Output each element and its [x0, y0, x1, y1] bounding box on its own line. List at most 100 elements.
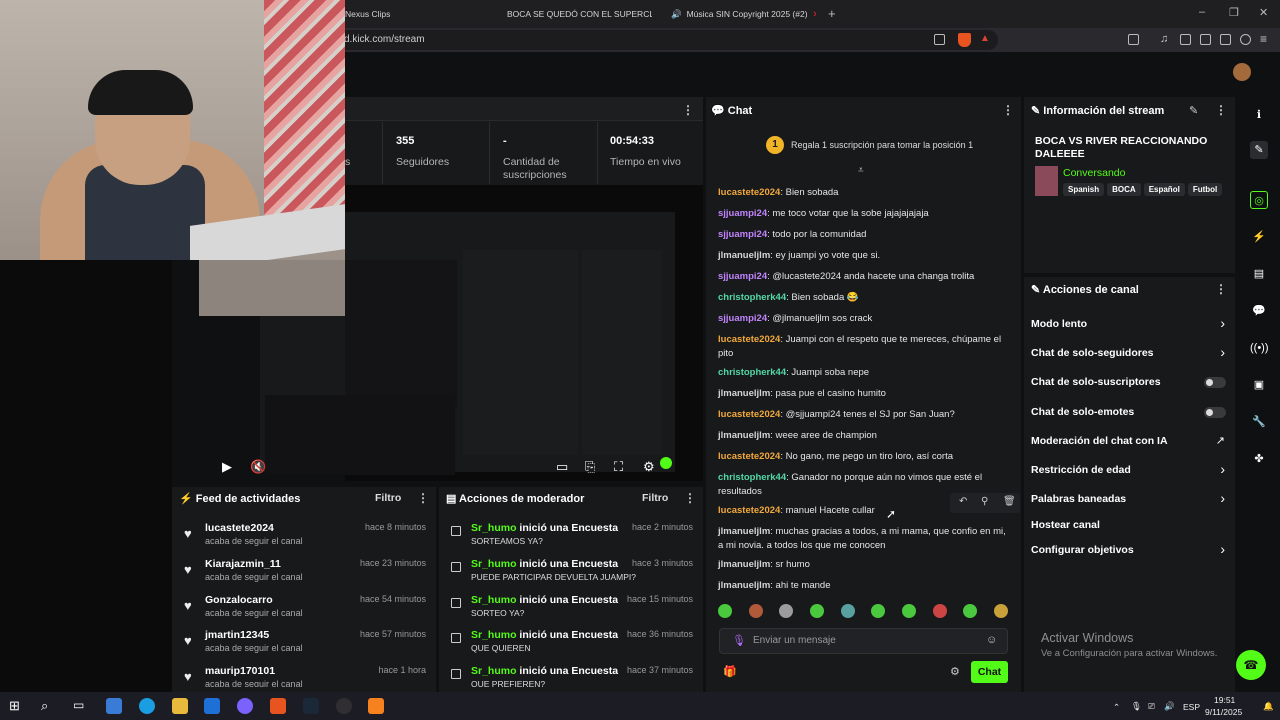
- actions-menu-icon[interactable]: ⋮: [1215, 282, 1227, 296]
- category-thumbnail[interactable]: [1035, 166, 1058, 196]
- chat-message[interactable]: jlmanueljlm: ahi te mande: [718, 579, 1008, 593]
- category-name[interactable]: Conversando: [1063, 167, 1125, 179]
- toggle-switch[interactable]: [1204, 377, 1226, 388]
- emote-icon[interactable]: [748, 604, 763, 618]
- info-icon[interactable]: ℹ: [1250, 106, 1268, 124]
- chat-username[interactable]: sjjuampi24: [718, 313, 767, 324]
- emote-icon[interactable]: [901, 604, 916, 618]
- chat-message[interactable]: christopherk44: Juampi soba nepe: [718, 366, 1008, 380]
- tab-musica[interactable]: 🔊 Música SIN Copyright 2025 (#2) ✕: [666, 4, 816, 24]
- emote-icon[interactable]: [779, 604, 794, 618]
- emote-icon[interactable]: [993, 604, 1008, 618]
- channel-action-item[interactable]: Restricción de edad ›: [1024, 461, 1235, 482]
- tray-chevron-icon[interactable]: ⌃: [1113, 702, 1120, 713]
- task-view-icon[interactable]: ▭: [73, 698, 89, 714]
- info-menu-icon[interactable]: ⋮: [1215, 103, 1227, 117]
- chat-message-list[interactable]: lucastete2024: Bien sobada sjjuampi24: me…: [706, 186, 1021, 598]
- pin-icon[interactable]: ⚲: [981, 496, 988, 507]
- chat-username[interactable]: lucastete2024: [718, 505, 780, 516]
- chat-message[interactable]: jlmanueljlm: weee aree de champion: [718, 429, 1008, 443]
- apps-icon[interactable]: ✤: [1250, 450, 1268, 468]
- chat-username[interactable]: jlmanueljlm: [718, 430, 770, 441]
- mod-menu-icon[interactable]: ⋮: [684, 491, 696, 505]
- feed-username[interactable]: Gonzalocarro: [205, 594, 273, 606]
- chat-message[interactable]: lucastete2024: No gano, me pego un tiro …: [718, 450, 1008, 464]
- channel-action-item[interactable]: Chat de solo-suscriptores: [1024, 376, 1235, 394]
- volume-icon[interactable]: 🔊: [1164, 701, 1175, 712]
- mute-icon[interactable]: 🔇: [250, 459, 266, 475]
- brave-shield-icon[interactable]: [958, 33, 971, 47]
- brave-icon[interactable]: [270, 698, 286, 714]
- mic-tray-icon[interactable]: 🎙: [1131, 701, 1142, 712]
- app-icon[interactable]: [368, 698, 384, 714]
- clock-date[interactable]: 9/11/2025: [1205, 707, 1242, 717]
- chat-message[interactable]: christopherk44: Bien sobada 😂: [718, 291, 1008, 305]
- extensions-icon[interactable]: [1220, 34, 1231, 45]
- mod-username[interactable]: Sr_humo: [471, 594, 517, 606]
- emote-icon[interactable]: [963, 604, 978, 618]
- target-icon[interactable]: ◎: [1250, 191, 1268, 209]
- channel-action-item[interactable]: Configurar objetivos ›: [1024, 541, 1235, 562]
- chat-username[interactable]: christopherk44: [718, 292, 786, 303]
- music-icon[interactable]: ♫: [1160, 33, 1168, 45]
- save-icon[interactable]: ▣: [1250, 376, 1268, 394]
- wallet-icon[interactable]: [1200, 34, 1211, 45]
- chat-message[interactable]: lucastete2024: Juampi con el respeto que…: [718, 333, 1008, 361]
- mod-filter-button[interactable]: Filtro: [642, 492, 668, 504]
- chat-username[interactable]: jlmanueljlm: [718, 559, 770, 570]
- tag[interactable]: Futbol: [1187, 183, 1223, 196]
- chat-username[interactable]: lucastete2024: [718, 409, 780, 420]
- settings-icon[interactable]: ⚙: [643, 459, 655, 475]
- store-icon[interactable]: [204, 698, 220, 714]
- channel-action-item[interactable]: Modo lento ›: [1024, 315, 1235, 336]
- notifications-icon[interactable]: 🔔: [1263, 701, 1274, 712]
- emote-icon[interactable]: [932, 604, 947, 618]
- tag[interactable]: Spanish: [1063, 183, 1105, 196]
- chat-message[interactable]: sjjuampi24: @jlmanueljlm sos crack: [718, 312, 1008, 326]
- clip-icon[interactable]: ⎘: [585, 459, 595, 475]
- pen-icon[interactable]: ✎: [1250, 141, 1268, 159]
- copilot-icon[interactable]: [106, 698, 122, 714]
- emote-icon[interactable]: [718, 604, 732, 618]
- feed-username[interactable]: maurip170101: [205, 665, 275, 677]
- channel-action-item[interactable]: Moderación del chat con IA ↗: [1024, 435, 1235, 453]
- tab-nexus-clips[interactable]: Nexus Clips: [345, 4, 485, 24]
- channel-action-item[interactable]: Chat de solo-seguidores ›: [1024, 344, 1235, 365]
- sidebar-icon[interactable]: [1180, 34, 1191, 45]
- play-icon[interactable]: ▶: [222, 459, 232, 475]
- mod-username[interactable]: Sr_humo: [471, 629, 517, 641]
- send-chat-button[interactable]: Chat: [971, 661, 1008, 683]
- close-window-button[interactable]: ✕: [1259, 6, 1268, 19]
- reply-icon[interactable]: ↶: [959, 496, 967, 507]
- chat-username[interactable]: christopherk44: [718, 367, 786, 378]
- chat-username[interactable]: jlmanueljlm: [718, 250, 770, 261]
- tag[interactable]: Español: [1143, 183, 1185, 196]
- chat-username[interactable]: lucastete2024: [718, 334, 780, 345]
- chat-menu-icon[interactable]: ⋮: [1002, 103, 1014, 117]
- wrench-icon[interactable]: 🔧: [1250, 413, 1268, 431]
- document-icon[interactable]: ▤: [1250, 265, 1268, 283]
- network-icon[interactable]: ⎚: [1148, 701, 1155, 712]
- feed-username[interactable]: lucastete2024: [205, 522, 274, 534]
- chat-message[interactable]: jlmanueljlm: muchas gracias a todos, a m…: [718, 525, 1008, 553]
- rewards-icon[interactable]: ▲: [980, 33, 990, 44]
- discord-icon[interactable]: [237, 698, 253, 714]
- clock-time[interactable]: 19:51: [1214, 695, 1235, 705]
- chat-username[interactable]: jlmanueljlm: [718, 526, 770, 537]
- search-icon[interactable]: ⌕: [41, 698, 57, 714]
- chat-username[interactable]: sjjuampi24: [718, 271, 767, 282]
- edge-icon[interactable]: [139, 698, 155, 714]
- reader-icon[interactable]: [1128, 34, 1139, 45]
- mic-icon[interactable]: 🎙: [732, 634, 746, 647]
- channel-action-item[interactable]: Palabras baneadas ›: [1024, 490, 1235, 511]
- support-chat-icon[interactable]: ☎: [1236, 650, 1266, 680]
- minimize-button[interactable]: –: [1199, 6, 1205, 18]
- chat-message[interactable]: jlmanueljlm: pasa pue el casino humito: [718, 387, 1008, 401]
- chat-message[interactable]: jlmanueljlm: sr humo: [718, 558, 1008, 572]
- folder-icon[interactable]: [172, 698, 188, 714]
- menu-icon[interactable]: ≡: [1260, 32, 1267, 46]
- chat-message[interactable]: sjjuampi24: todo por la comunidad: [718, 228, 1008, 242]
- chat-input[interactable]: 🎙 Enviar un mensaje ☺: [719, 628, 1008, 654]
- chat-username[interactable]: sjjuampi24: [718, 229, 767, 240]
- channel-action-item[interactable]: Hostear canal: [1024, 519, 1235, 537]
